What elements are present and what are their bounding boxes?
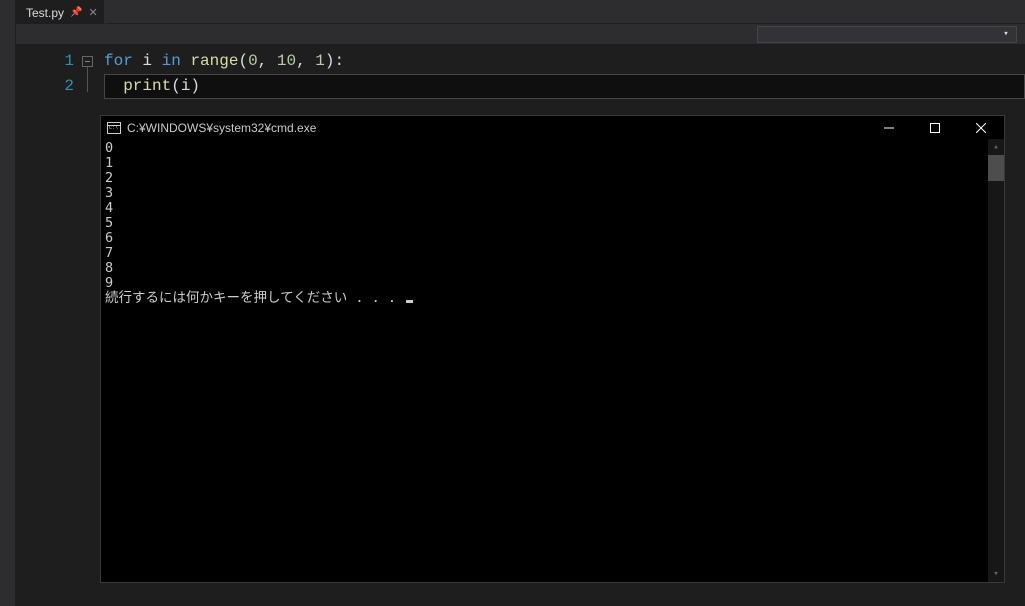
code-token — [181, 52, 191, 70]
code-token — [104, 77, 123, 95]
close-icon[interactable]: ✕ — [88, 6, 97, 19]
code-token: print — [123, 77, 171, 95]
code-token: (i) — [171, 77, 200, 95]
code-token: i — [133, 52, 162, 70]
minimize-button[interactable] — [866, 116, 912, 139]
console-titlebar[interactable]: C:¥WINDOWS¥system32¥cmd.exe — [101, 116, 1004, 139]
file-tab[interactable]: Test.py 📌 ✕ — [16, 0, 105, 24]
scroll-up-icon[interactable]: ▴ — [988, 139, 1004, 155]
line-number-gutter: 12 — [16, 44, 82, 606]
navigation-dropdown[interactable]: ▾ — [757, 26, 1017, 43]
line-number: 1 — [16, 49, 74, 74]
console-line: 4 — [105, 201, 1000, 216]
code-token: 10 — [277, 52, 296, 70]
console-line: 3 — [105, 186, 1000, 201]
scroll-down-icon[interactable]: ▾ — [988, 566, 1004, 582]
cmd-icon — [107, 122, 121, 134]
code-token: range — [190, 52, 238, 70]
console-output: 0123456789続行するには何かキーを押してください . . . — [101, 139, 1004, 308]
code-token: ( — [238, 52, 248, 70]
code-token: in — [162, 52, 181, 70]
console-line: 6 — [105, 231, 1000, 246]
console-title: C:¥WINDOWS¥system32¥cmd.exe — [127, 121, 866, 135]
fold-line — [87, 67, 88, 92]
code-token: 0 — [248, 52, 258, 70]
code-token: , — [258, 52, 277, 70]
code-token: for — [104, 52, 133, 70]
code-token: 1 — [315, 52, 325, 70]
console-window: C:¥WINDOWS¥system32¥cmd.exe 0123456789続行… — [100, 115, 1005, 583]
console-line: 7 — [105, 246, 1000, 261]
console-scrollbar[interactable]: ▴ ▾ — [988, 139, 1004, 582]
console-line: 2 — [105, 171, 1000, 186]
tab-label: Test.py — [26, 6, 64, 20]
scroll-thumb[interactable] — [988, 155, 1004, 181]
console-line: 8 — [105, 261, 1000, 276]
pin-icon[interactable]: 📌 — [70, 7, 82, 18]
code-token: , — [296, 52, 315, 70]
console-line: 5 — [105, 216, 1000, 231]
console-body[interactable]: 0123456789続行するには何かキーを押してください . . . ▴ ▾ — [101, 139, 1004, 582]
maximize-button[interactable] — [912, 116, 958, 139]
code-line[interactable]: print(i) — [104, 74, 1025, 99]
console-line: 0 — [105, 141, 1000, 156]
close-button[interactable] — [958, 116, 1004, 139]
left-rail — [0, 0, 16, 606]
line-number: 2 — [16, 74, 74, 99]
tab-bar: Test.py 📌 ✕ — [16, 0, 1025, 24]
fold-toggle-icon[interactable] — [82, 56, 93, 67]
code-token: ): — [325, 52, 344, 70]
cursor — [406, 300, 413, 303]
console-line: 9 — [105, 276, 1000, 291]
chevron-down-icon: ▾ — [999, 27, 1013, 41]
console-line: 1 — [105, 156, 1000, 171]
code-line[interactable]: for i in range(0, 10, 1): — [104, 49, 1025, 74]
editor-toolbar: ▾ — [16, 24, 1025, 44]
console-prompt: 続行するには何かキーを押してください . . . — [105, 291, 1000, 306]
